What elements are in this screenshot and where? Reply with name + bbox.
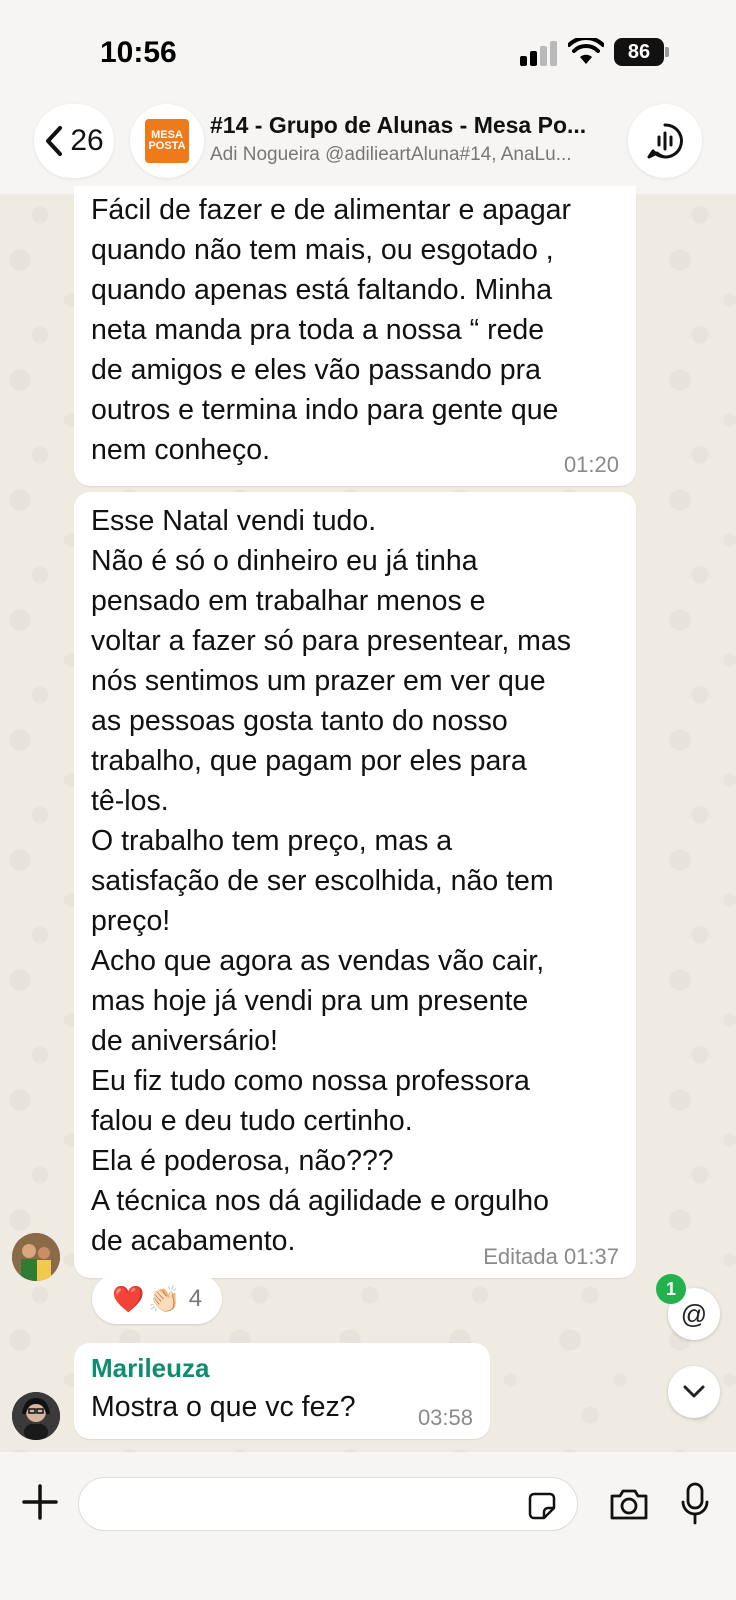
chat-header: 26 MESA POSTA #14 - Grupo de Alunas - Me…: [0, 100, 736, 194]
group-members[interactable]: Adi Nogueira @adilieartAluna#14, AnaLu..…: [210, 144, 610, 166]
message-text: Fácil de fazer e de alimentar e apagar q…: [91, 194, 572, 466]
message-bubble[interactable]: Esse Natal vendi tudo. Não é só o dinhei…: [74, 492, 636, 1278]
message-text: Mostra o que vc fez?: [91, 1391, 356, 1423]
back-button[interactable]: 26: [34, 104, 114, 178]
at-sign-icon: @: [680, 1298, 708, 1329]
heart-reaction: ❤️: [111, 1283, 145, 1314]
sender-name[interactable]: Marileuza: [91, 1353, 210, 1384]
clap-reaction: 👏🏻: [148, 1283, 181, 1314]
message-text: Esse Natal vendi tudo. Não é só o dinhei…: [91, 505, 571, 1257]
message-time: Editada 01:37: [483, 1244, 619, 1269]
plus-icon[interactable]: [20, 1482, 60, 1522]
message-time: 01:20: [563, 452, 619, 477]
sender-avatar[interactable]: [12, 1233, 60, 1281]
chevron-down-icon: [683, 1385, 705, 1398]
message-bubble[interactable]: Marileuza Mostra o que vc fez? 03:58: [74, 1343, 490, 1439]
status-bar: 10:56 86: [0, 0, 736, 100]
composer-bar: [0, 1452, 736, 1600]
camera-icon[interactable]: [608, 1486, 650, 1522]
sticker-icon[interactable]: [526, 1490, 558, 1522]
mesa-posta-logo: MESA POSTA: [145, 119, 189, 163]
unread-chats-count: 26: [70, 124, 104, 157]
message-time: 03:58: [417, 1405, 473, 1430]
message-bubble[interactable]: Fácil de fazer e de alimentar e apagar q…: [74, 186, 636, 486]
voice-chat-button[interactable]: [628, 104, 702, 178]
chevron-left-icon: [46, 126, 63, 156]
logo-line2: POSTA: [148, 140, 186, 152]
reaction-count: 4: [188, 1285, 203, 1312]
scroll-to-bottom-button[interactable]: [668, 1366, 720, 1418]
mention-badge: 1: [656, 1274, 686, 1304]
cellular-signal-icon: [520, 40, 558, 66]
sender-avatar[interactable]: [12, 1392, 60, 1440]
message-input[interactable]: [78, 1477, 578, 1531]
message-reactions[interactable]: ❤️ 👏🏻 4: [92, 1274, 222, 1324]
group-avatar[interactable]: MESA POSTA: [130, 104, 204, 178]
battery-tip: [665, 47, 669, 57]
microphone-icon[interactable]: [680, 1482, 710, 1526]
battery-indicator: 86: [614, 38, 664, 66]
wifi-icon: [568, 38, 604, 64]
group-title[interactable]: #14 - Grupo de Alunas - Mesa Po...: [210, 112, 610, 139]
voice-waveform-icon: [647, 123, 683, 159]
status-clock: 10:56: [100, 36, 177, 69]
